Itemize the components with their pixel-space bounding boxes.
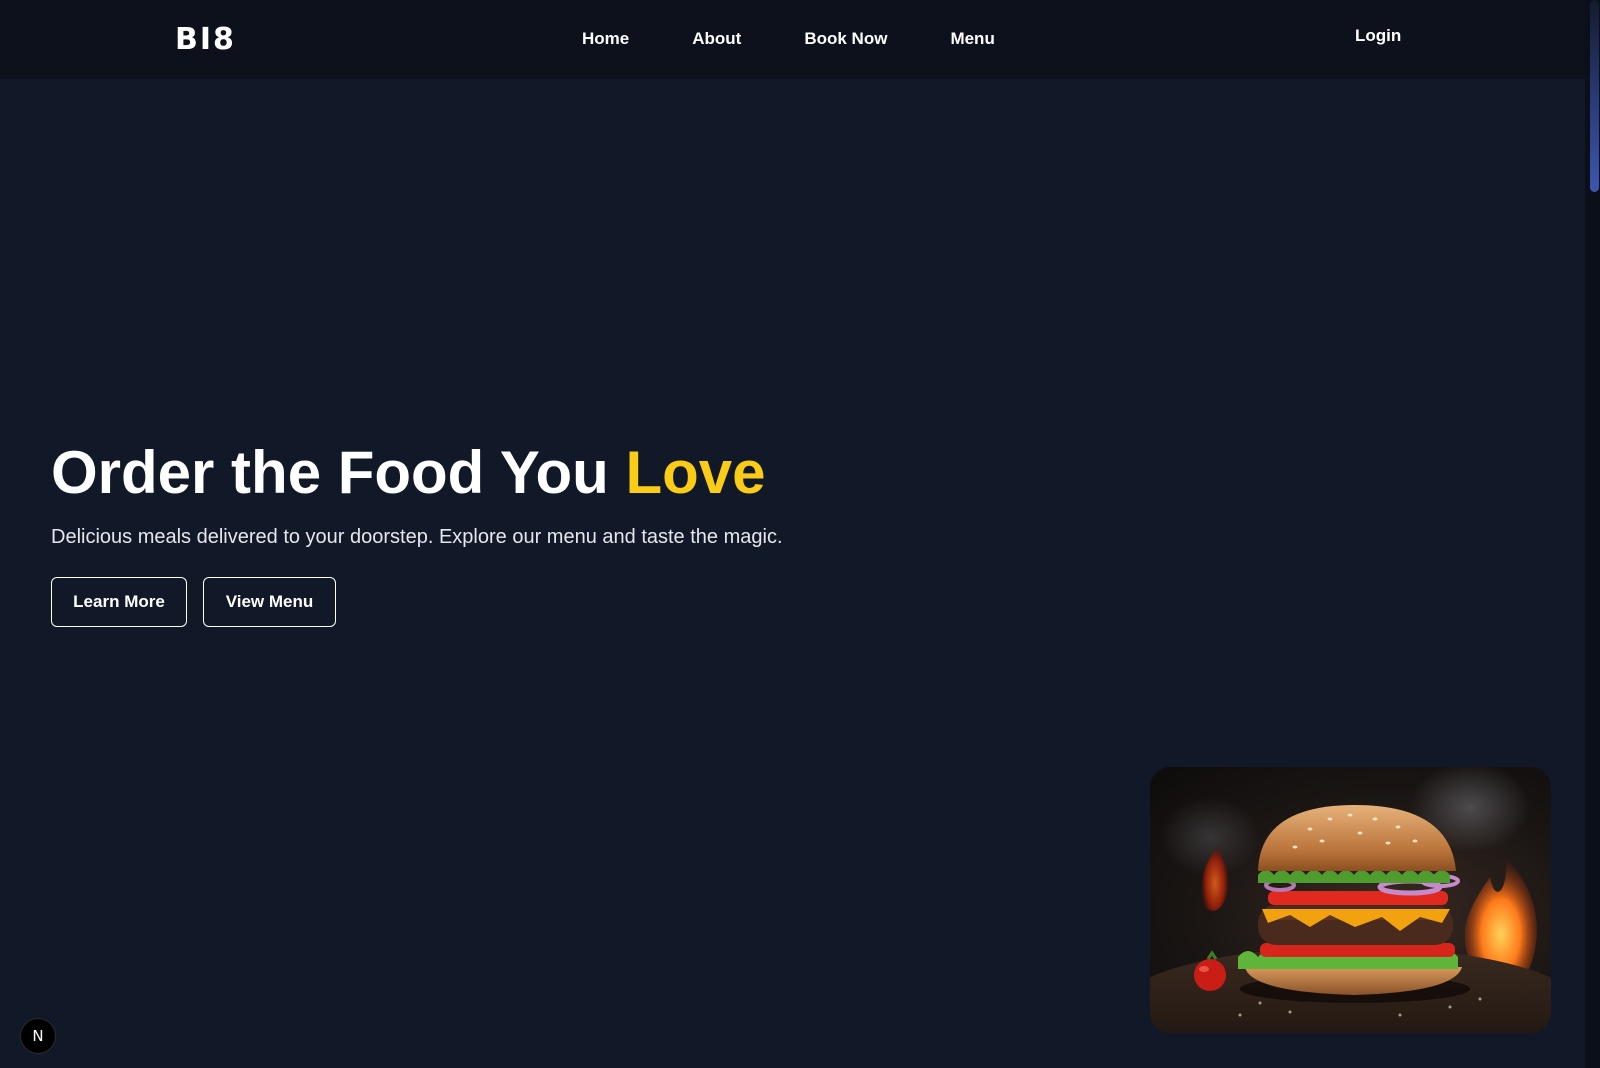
nav-link-home[interactable]: Home bbox=[582, 29, 629, 49]
hero-subtitle: Delicious meals delivered to your doorst… bbox=[51, 526, 783, 548]
burger-image bbox=[1150, 767, 1551, 1033]
logo[interactable]: BI8 bbox=[175, 22, 236, 58]
nav-link-menu[interactable]: Menu bbox=[950, 29, 994, 49]
nav-link-about[interactable]: About bbox=[692, 29, 741, 49]
login-link[interactable]: Login bbox=[1355, 26, 1401, 46]
view-menu-button[interactable]: View Menu bbox=[203, 577, 336, 627]
nav-links: Home About Book Now Menu bbox=[582, 26, 995, 52]
navbar: BI8 Home About Book Now Menu Login bbox=[0, 0, 1585, 79]
scrollbar[interactable] bbox=[1585, 0, 1600, 1068]
page: BI8 Home About Book Now Menu Login Order… bbox=[0, 0, 1600, 1068]
nav-link-book-now[interactable]: Book Now bbox=[804, 29, 887, 49]
hero-title: Order the Food You Love bbox=[51, 438, 766, 508]
scrollbar-thumb[interactable] bbox=[1590, 0, 1599, 192]
hero-title-main: Order the Food You bbox=[51, 439, 626, 506]
hero-title-accent: Love bbox=[625, 439, 766, 506]
burger-illustration bbox=[1150, 767, 1551, 1033]
learn-more-button[interactable]: Learn More bbox=[51, 577, 187, 627]
nextjs-badge[interactable]: N bbox=[20, 1018, 56, 1054]
nextjs-icon: N bbox=[32, 1027, 44, 1045]
